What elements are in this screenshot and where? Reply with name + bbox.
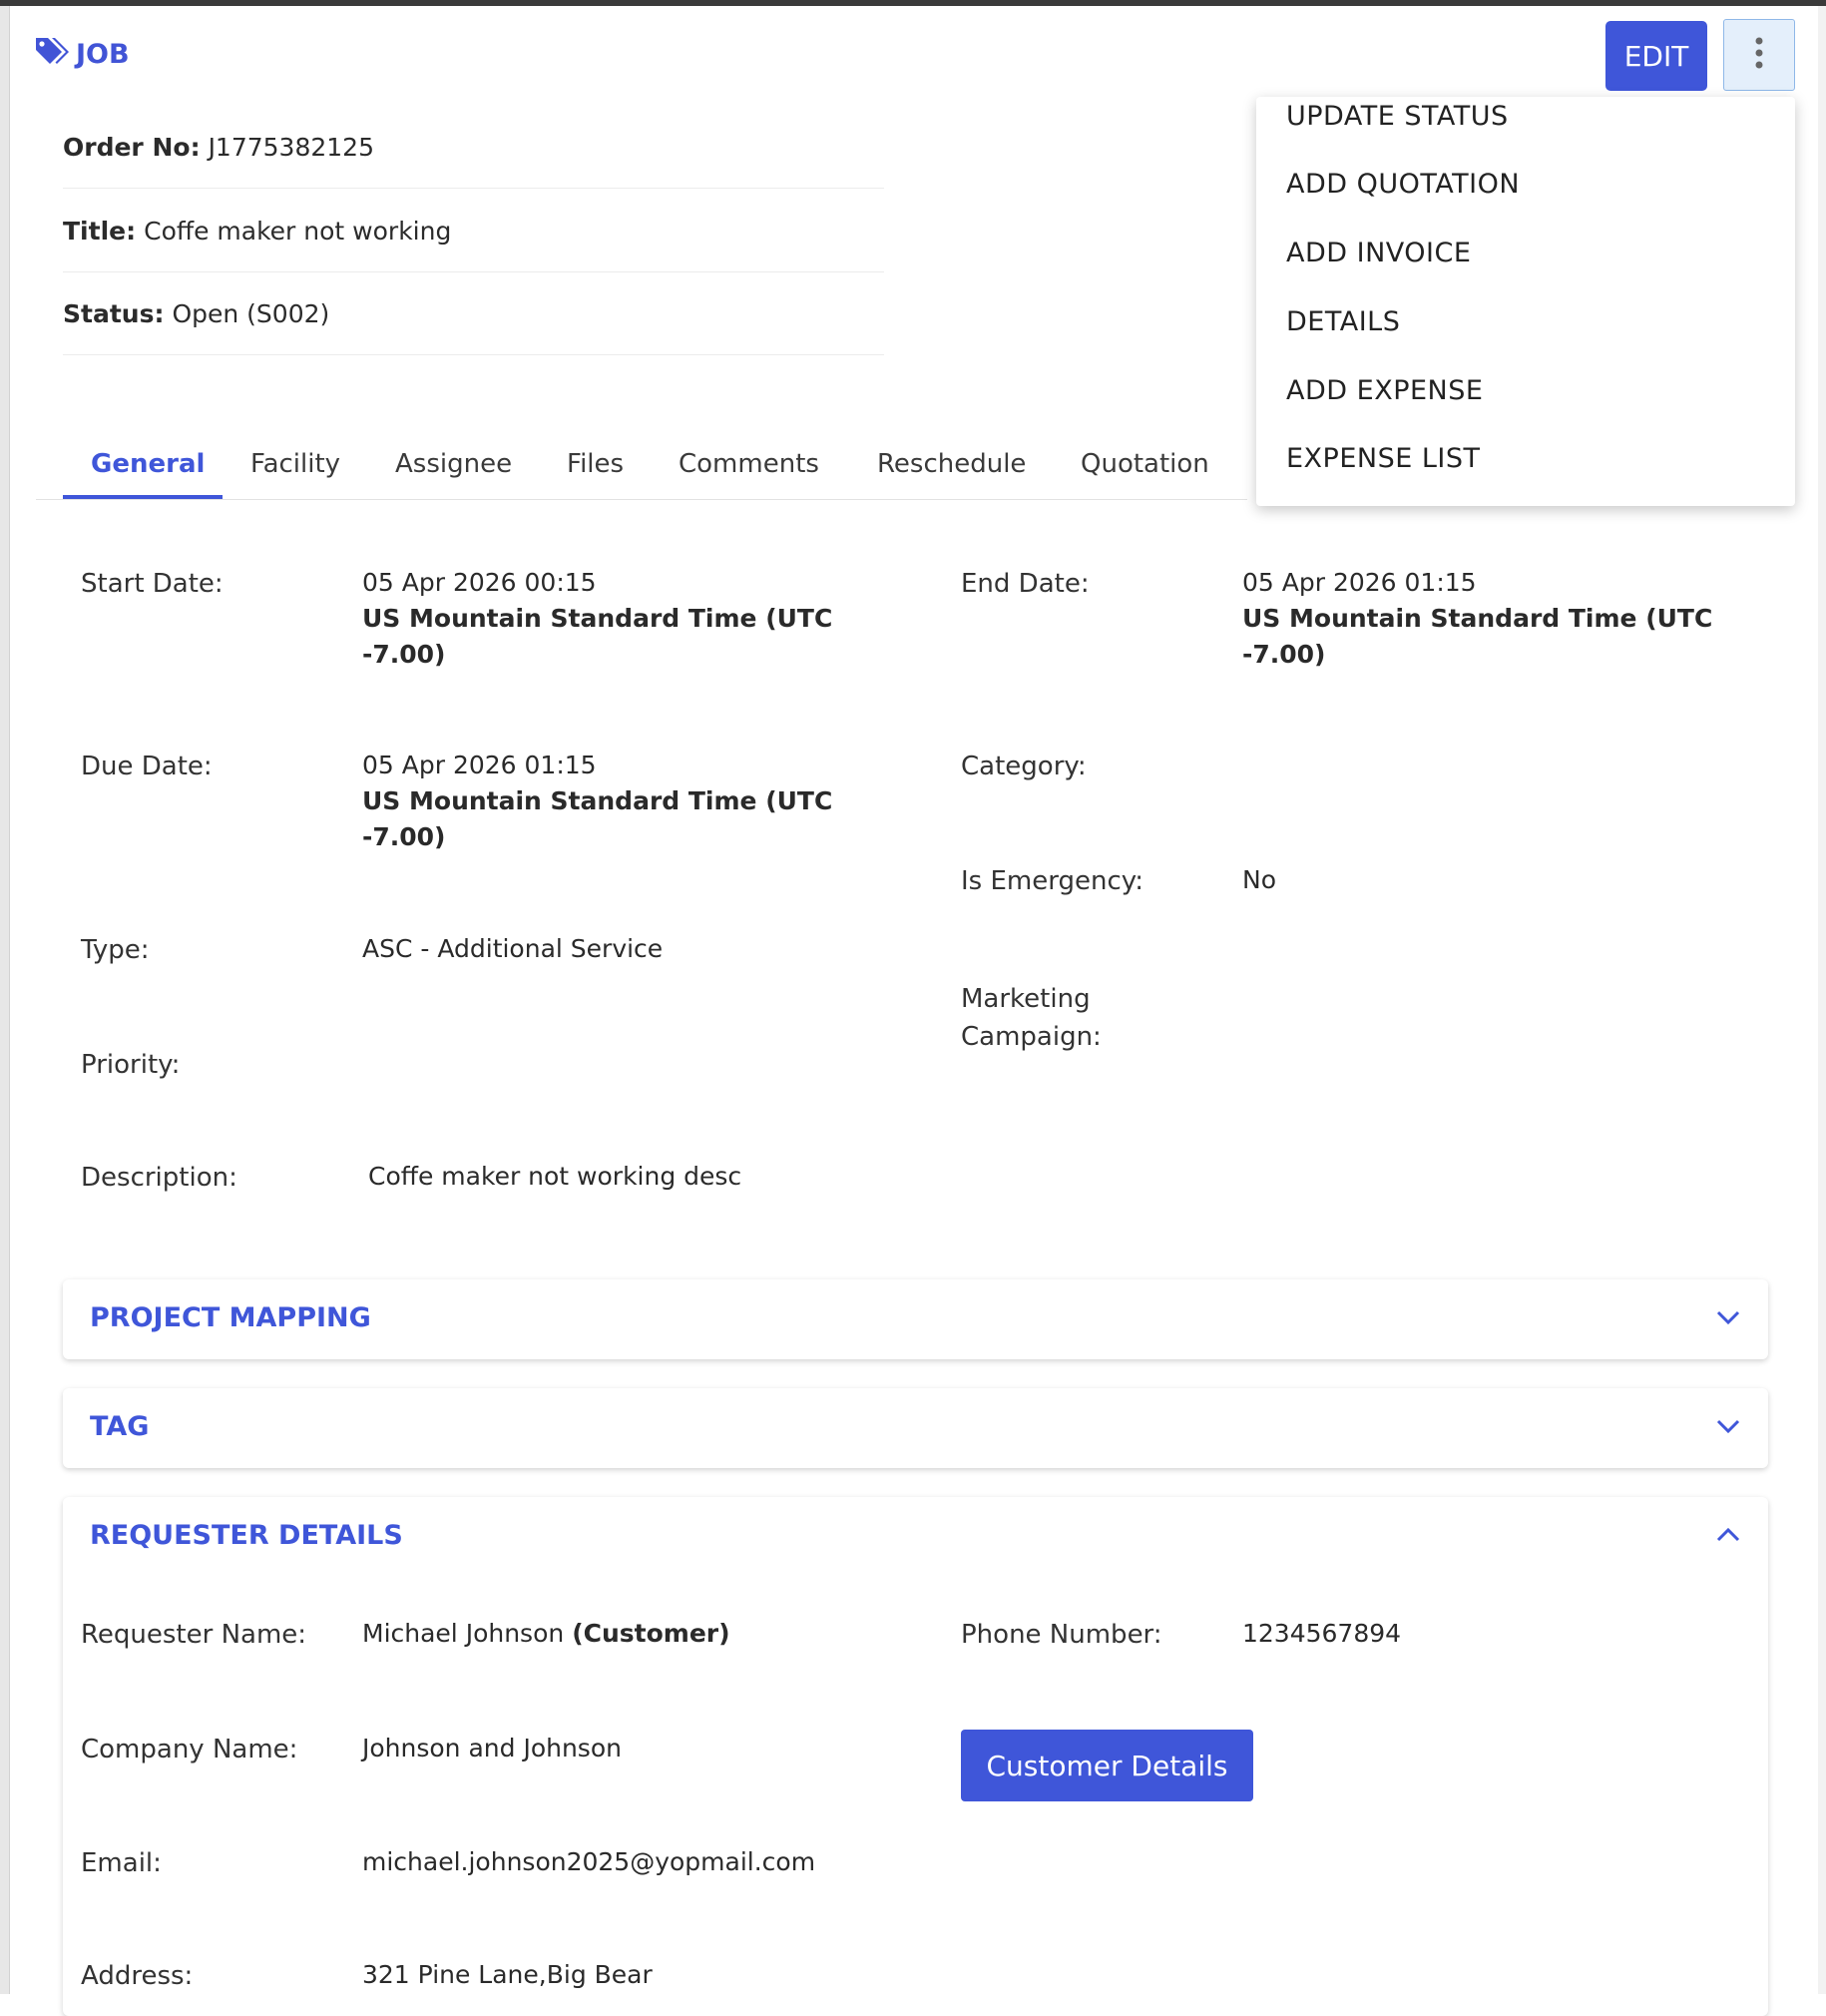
tag-panel-title: TAG [90, 1411, 150, 1442]
start-timezone-line2: -7.00) [362, 640, 446, 669]
chevron-up-icon[interactable] [1716, 1527, 1740, 1547]
company-name-label: Company Name: [81, 1735, 298, 1764]
start-date-value: 05 Apr 2026 00:15 US Mountain Standard T… [362, 565, 841, 673]
chevron-down-icon[interactable] [1716, 1418, 1740, 1438]
phone-label: Phone Number: [961, 1620, 1162, 1650]
tab-general[interactable]: General [91, 429, 205, 499]
marketing-label-line1: Marketing [961, 984, 1091, 1014]
window-top-border [0, 0, 1826, 6]
menu-item-expense-list[interactable]: EXPENSE LIST [1286, 443, 1481, 474]
requester-details-title: REQUESTER DETAILS [90, 1520, 403, 1551]
status-value: Open (S002) [172, 298, 330, 328]
tab-quotation[interactable]: Quotation [1081, 429, 1209, 499]
tab-files[interactable]: Files [567, 429, 624, 499]
end-timezone-line1: US Mountain Standard Time (UTC [1242, 604, 1713, 633]
due-date-value: 05 Apr 2026 01:15 US Mountain Standard T… [362, 748, 841, 855]
end-date-text: 05 Apr 2026 01:15 [1242, 568, 1477, 597]
active-tab-indicator [63, 495, 223, 499]
requester-role: (Customer) [572, 1619, 730, 1648]
email-value: michael.johnson2025@yopmail.com [362, 1847, 816, 1876]
more-options-menu: UPDATE STATUS ADD QUOTATION ADD INVOICE … [1256, 97, 1795, 506]
marketing-label-line2: Campaign: [961, 1022, 1102, 1052]
type-value: ASC - Additional Service [362, 934, 664, 963]
tab-comments[interactable]: Comments [679, 429, 819, 499]
title-row: Title: Coffe maker not working [63, 190, 884, 272]
status-label: Status: [63, 298, 165, 328]
start-timezone-line1: US Mountain Standard Time (UTC [362, 604, 833, 633]
menu-item-add-invoice[interactable]: ADD INVOICE [1286, 238, 1471, 268]
more-options-button[interactable] [1723, 19, 1795, 91]
menu-item-update-status[interactable]: UPDATE STATUS [1286, 101, 1509, 132]
marketing-campaign-label: Marketing Campaign: [961, 980, 1102, 1056]
type-label: Type: [81, 935, 150, 965]
left-edge-shade [0, 6, 10, 1994]
edit-button[interactable]: EDIT [1605, 21, 1707, 91]
menu-item-add-expense[interactable]: ADD EXPENSE [1286, 375, 1483, 406]
due-timezone-line2: -7.00) [362, 822, 446, 851]
chevron-down-icon[interactable] [1716, 1309, 1740, 1329]
project-mapping-title: PROJECT MAPPING [90, 1302, 371, 1333]
tag-icon [34, 36, 76, 73]
status-row: Status: Open (S002) [63, 272, 884, 355]
project-mapping-panel[interactable]: PROJECT MAPPING [63, 1279, 1768, 1359]
end-date-label: End Date: [961, 569, 1090, 599]
tab-reschedule[interactable]: Reschedule [877, 429, 1026, 499]
emergency-label: Is Emergency: [961, 866, 1143, 896]
tab-facility[interactable]: Facility [250, 429, 340, 499]
requester-name-text: Michael Johnson [362, 1619, 565, 1648]
customer-details-button[interactable]: Customer Details [961, 1730, 1253, 1801]
phone-value: 1234567894 [1242, 1619, 1402, 1648]
order-number-value: J1775382125 [208, 132, 374, 162]
address-value: 321 Pine Lane,Big Bear [362, 1960, 653, 1989]
address-label: Address: [81, 1961, 194, 1991]
menu-item-add-quotation[interactable]: ADD QUOTATION [1286, 169, 1520, 200]
emergency-value: No [1242, 865, 1276, 894]
due-timezone-line1: US Mountain Standard Time (UTC [362, 786, 833, 815]
due-date-text: 05 Apr 2026 01:15 [362, 751, 597, 779]
end-timezone-line2: -7.00) [1242, 640, 1326, 669]
description-label: Description: [81, 1163, 237, 1193]
order-number-label: Order No: [63, 132, 201, 162]
tag-panel[interactable]: TAG [63, 1388, 1768, 1468]
more-vertical-icon [1754, 36, 1764, 74]
page-title: JOB [34, 36, 130, 73]
requester-name-label: Requester Name: [81, 1620, 307, 1650]
start-date-text: 05 Apr 2026 00:15 [362, 568, 597, 597]
start-date-label: Start Date: [81, 569, 224, 599]
tab-assignee[interactable]: Assignee [395, 429, 512, 499]
menu-item-details[interactable]: DETAILS [1286, 306, 1400, 337]
due-date-label: Due Date: [81, 752, 213, 781]
order-number-row: Order No: J1775382125 [63, 106, 884, 189]
category-label: Category: [961, 752, 1087, 781]
email-label: Email: [81, 1848, 162, 1878]
page-title-text: JOB [76, 39, 130, 70]
title-label: Title: [63, 216, 137, 246]
requester-name-value: Michael Johnson (Customer) [362, 1616, 730, 1652]
priority-label: Priority: [81, 1050, 181, 1080]
description-value: Coffe maker not working desc [368, 1162, 742, 1191]
tab-bar: General Facility Assignee Files Comments… [36, 429, 1247, 500]
right-edge-shade [1818, 6, 1826, 1994]
end-date-value: 05 Apr 2026 01:15 US Mountain Standard T… [1242, 565, 1721, 673]
company-name-value: Johnson and Johnson [362, 1734, 622, 1763]
title-value: Coffe maker not working [144, 216, 452, 246]
requester-details-panel: REQUESTER DETAILS [63, 1497, 1768, 2016]
